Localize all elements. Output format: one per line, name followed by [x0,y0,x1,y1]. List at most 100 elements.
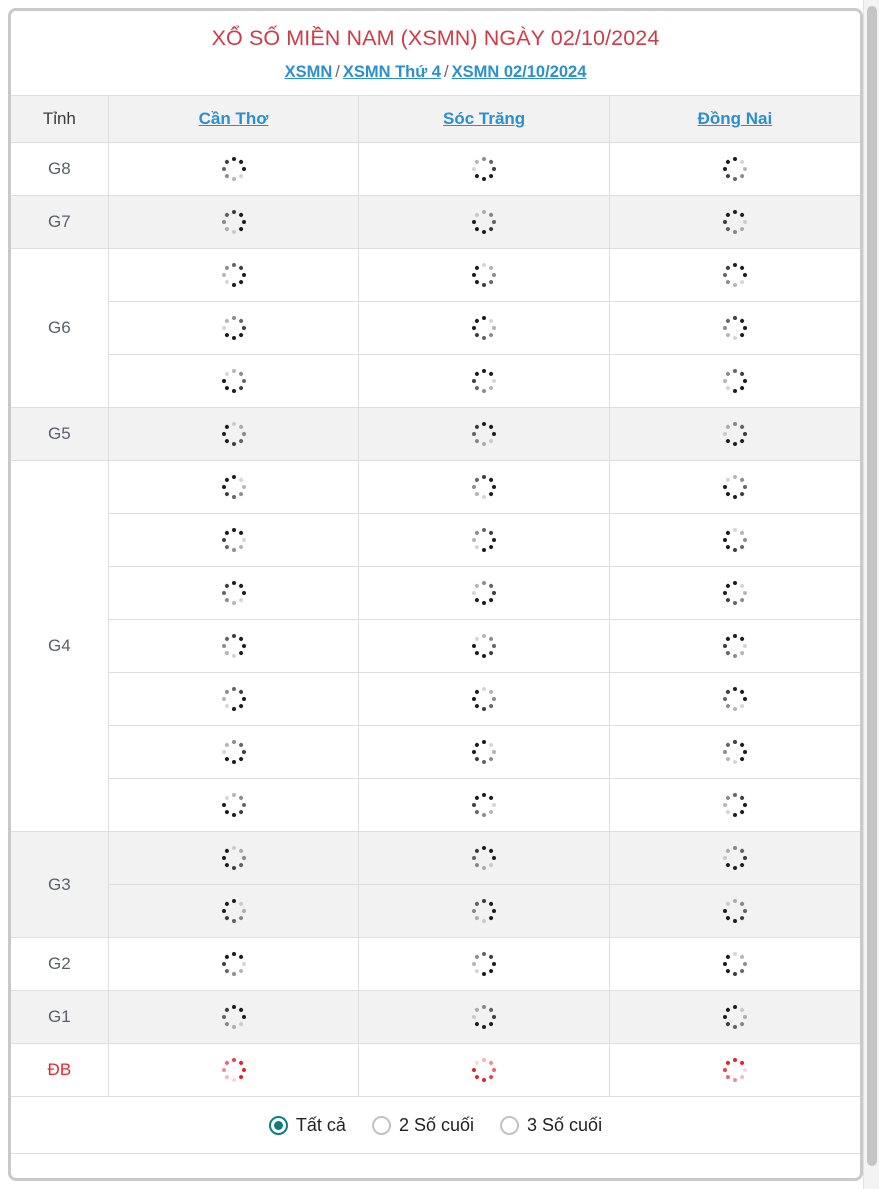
spinner-dot [474,371,480,378]
spinner-dot [474,742,480,749]
spinner-dot [221,220,226,225]
spinner-dot [492,962,497,967]
loading-spinner-icon [466,628,503,665]
spinner-dot [725,424,731,431]
radio-button-icon[interactable] [268,1115,288,1135]
table-body: G8 G7 G6 G5 G4 G3 G2 G1 ĐB [11,142,860,1098]
spinner-dot [237,742,244,749]
spinner-dot [482,263,487,268]
province-link-cantho[interactable]: Cần Thơ [199,109,269,128]
spinner-dot [725,583,731,590]
spinner-dot [732,813,737,818]
result-cell [108,460,360,515]
table-row [11,513,860,568]
spinner-dot [231,1005,236,1010]
spinner-dot [722,697,727,702]
spinner-dot [221,962,226,967]
loading-spinner-icon [722,951,748,977]
spinner-dot [237,279,244,286]
prize-label-g4: G4 [11,460,109,833]
spinner-dot [482,495,487,500]
column-header-soctrang[interactable]: Sóc Trăng [358,95,610,144]
spinner-dot [223,650,230,657]
spinner-dot [732,793,737,798]
column-header-dongnai[interactable]: Đồng Nai [609,95,860,144]
spinner-dot [739,332,745,339]
spinner-dot [223,424,230,431]
spinner-dot [482,793,487,798]
province-link-soctrang[interactable]: Sóc Trăng [443,109,525,128]
digit-filter-group[interactable]: Tất cả 2 Số cuối 3 Số cuối [11,1115,860,1136]
filter-option-0[interactable]: Tất cả [268,1115,346,1136]
prize-label-g1: G1 [11,990,109,1045]
spinner-dot [482,899,487,904]
spinner-dot [472,644,477,649]
breadcrumb-link-xsmn[interactable]: XSMN [285,63,333,81]
spinner-dot [482,177,487,182]
spinner-dot [241,591,246,596]
spinner-dot [488,1007,494,1014]
spinner-dot [725,954,731,961]
loading-spinner-icon [215,151,252,188]
loading-spinner-icon [722,421,748,447]
loading-spinner-icon [466,946,503,983]
table-row [11,778,860,833]
filter-option-1[interactable]: 2 Số cuối [371,1115,474,1136]
spinner-dot [237,173,244,180]
spinner-dot [237,371,244,378]
loading-spinner-icon [215,893,252,930]
table-row [11,884,860,939]
spinner-dot [725,477,731,484]
spinner-dot [223,159,230,166]
filter-row: Tất cả 2 Số cuối 3 Số cuối [11,1096,860,1155]
spinner-dot [488,1060,494,1067]
loading-spinner-icon [221,421,247,447]
spinner-dot [492,432,497,437]
spinner-dot [472,167,477,172]
spinner-dot [474,491,480,498]
radio-button-icon[interactable] [500,1115,520,1135]
filter-option-2[interactable]: 3 Số cuối [500,1115,602,1136]
vertical-scrollbar[interactable] [863,0,879,1189]
breadcrumb-link-xsmn-date[interactable]: XSMN 02/10/2024 [452,63,587,81]
scrollbar-thumb[interactable] [867,6,877,1166]
spinner-dot [488,279,494,286]
spinner-dot [482,707,487,712]
prize-label-g2: G2 [11,937,109,992]
spinner-dot [474,530,480,537]
result-cell [609,566,860,621]
province-link-dongnai[interactable]: Đồng Nai [698,109,773,128]
result-cell [609,990,860,1045]
spinner-dot [241,856,246,861]
spinner-dot [231,528,236,533]
result-cell [358,301,610,356]
spinner-dot [223,703,230,710]
spinner-dot [472,326,477,331]
radio-button-icon[interactable] [371,1115,391,1135]
prize-label-g3: G3 [11,831,109,939]
spinner-dot [223,968,230,975]
loading-spinner-icon [466,204,503,241]
spinner-dot [237,583,244,590]
spinner-dot [732,548,737,553]
column-header-cantho[interactable]: Cần Thơ [108,95,360,144]
spinner-dot [237,809,244,816]
spinner-dot [472,962,477,967]
spinner-dot [223,756,230,763]
loading-spinner-icon [466,734,503,771]
spinner-dot [732,422,737,427]
spinner-dot [237,848,244,855]
breadcrumb-link-xsmn-thu-4[interactable]: XSMN Thứ 4 [343,63,441,81]
spinner-dot [742,167,747,172]
result-cell [358,884,610,939]
loading-spinner-icon [466,1052,503,1089]
spinner-dot [221,538,226,543]
spinner-dot [231,157,236,162]
loading-spinner-icon [722,845,748,871]
spinner-dot [739,1060,745,1067]
result-cell [108,142,360,197]
result-cell [609,831,860,886]
spinner-dot [742,644,747,649]
result-cell [108,884,360,939]
spinner-dot [492,909,497,914]
